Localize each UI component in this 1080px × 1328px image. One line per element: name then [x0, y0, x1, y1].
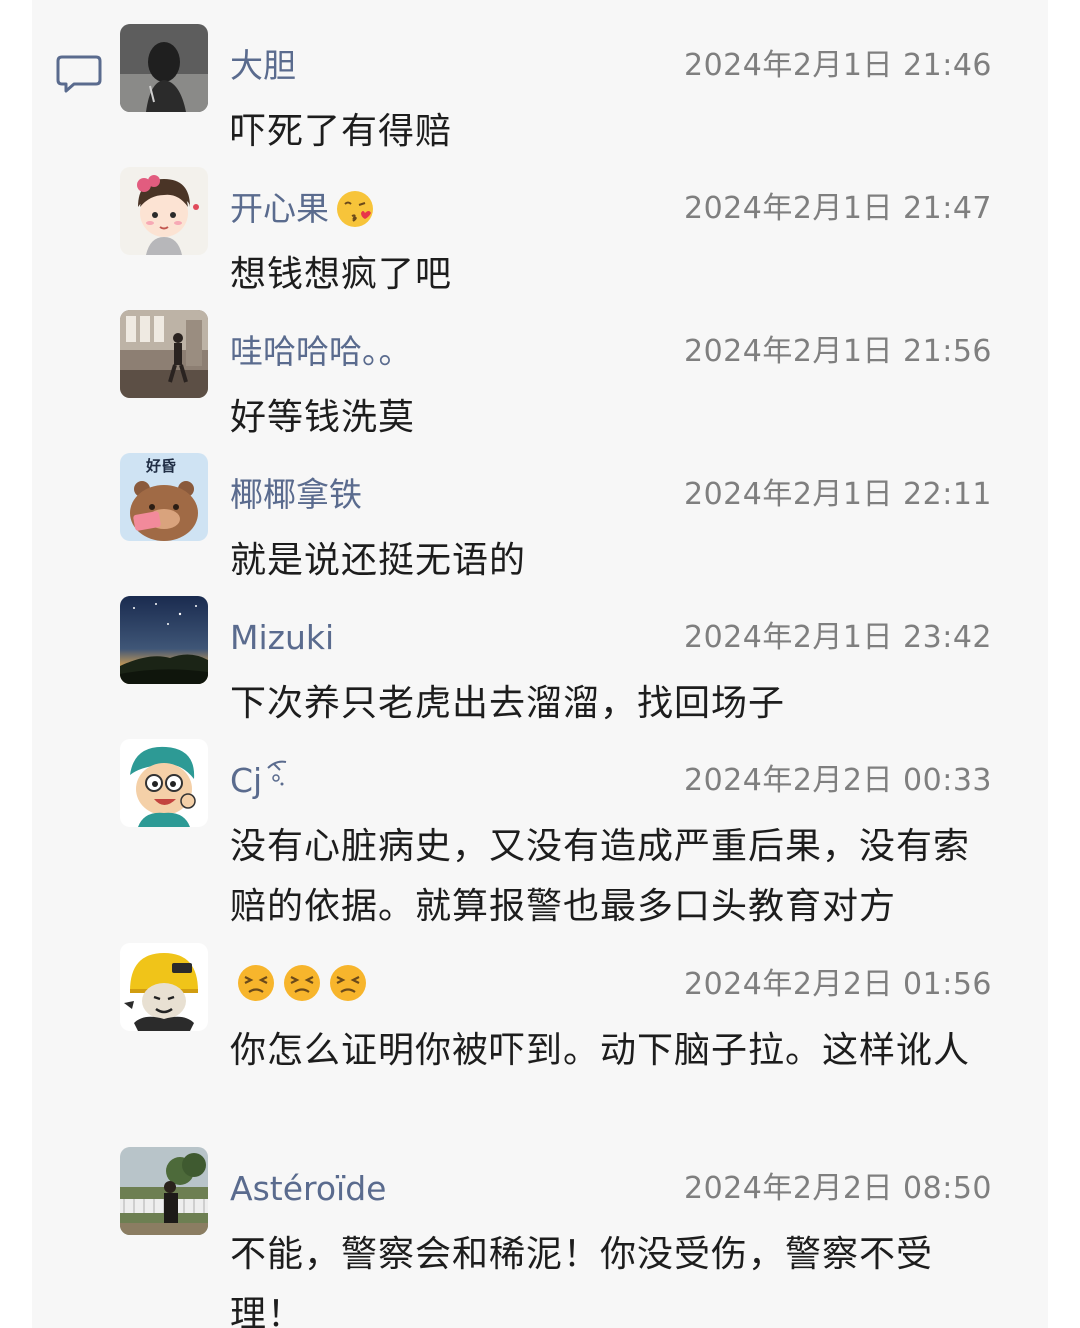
user-name-text[interactable]: Cj — [230, 761, 262, 801]
dark-photo-avatar[interactable] — [120, 24, 208, 112]
night-sky-avatar[interactable] — [120, 596, 208, 684]
user-name[interactable]: Astéroïde — [230, 1169, 386, 1209]
comments-page: 大胆 2024年2月1日 21:46 吓死了有得赔 开心果 2024年2月1日 … — [0, 0, 1080, 1328]
user-name[interactable]: 哇哈哈哈。。 — [230, 332, 412, 372]
sparkle-decoration-icon — [267, 760, 287, 786]
user-name[interactable]: 大胆 — [230, 46, 296, 86]
comment-text: 就是说还挺无语的 — [230, 540, 527, 581]
comment-text: 吓死了有得赔 — [230, 111, 453, 152]
comment-item: Astéroïde 2024年2月2日 08:50 不能，警察会和稀泥！你没受伤… — [120, 1147, 1000, 1328]
user-name-text[interactable]: 大胆 — [230, 46, 296, 86]
room-photo-avatar[interactable] — [120, 310, 208, 398]
timestamp: 2024年2月1日 23:42 — [683, 620, 992, 655]
user-name[interactable]: 开心果 — [230, 189, 375, 229]
comment-item: Cj 2024年2月2日 00:33 没有心脏病史，又没有造成严重后果，没有索赔… — [120, 739, 1000, 927]
user-name-text[interactable]: Astéroïde — [230, 1169, 386, 1209]
comment-text: 不能，警察会和稀泥！你没受伤，警察不受理！ — [230, 1234, 934, 1328]
cartoon-boy-avatar[interactable] — [120, 739, 208, 827]
kissing-face-emoji-icon — [337, 191, 373, 227]
comment-text: 好等钱洗莫 — [230, 397, 416, 438]
persevering-face-emoji-icon — [284, 965, 320, 1001]
comment-item: 开心果 2024年2月1日 21:47 想钱想疯了吧 — [120, 167, 1000, 295]
user-name[interactable]: 椰椰拿铁 — [230, 475, 362, 515]
comment-text: 没有心脏病史，又没有造成严重后果，没有索赔的依据。就算报警也最多口头教育对方 — [230, 826, 971, 927]
comment-item: 哇哈哈哈。。 2024年2月1日 21:56 好等钱洗莫 — [120, 310, 1000, 438]
timestamp: 2024年2月1日 22:11 — [683, 477, 992, 512]
helmet-meme-avatar[interactable] — [120, 943, 208, 1031]
user-name[interactable] — [230, 963, 368, 1003]
comment-text: 想钱想疯了吧 — [230, 254, 453, 295]
comment-item: 好昏 椰椰拿铁 2024年2月1日 22:11 就是说还挺无语的 — [120, 453, 1000, 581]
timestamp: 2024年2月2日 08:50 — [683, 1171, 992, 1206]
timestamp: 2024年2月2日 01:56 — [683, 967, 992, 1002]
avatar-caption: 好昏 — [145, 457, 176, 475]
cartoon-bear-avatar[interactable]: 好昏 — [120, 453, 208, 541]
comment-item: 大胆 2024年2月1日 21:46 吓死了有得赔 — [120, 24, 1000, 152]
user-name[interactable]: Cj — [230, 760, 288, 801]
timestamp: 2024年2月2日 00:33 — [683, 763, 992, 798]
user-name-text[interactable]: Mizuki — [230, 618, 334, 658]
timestamp: 2024年2月1日 21:46 — [683, 48, 992, 83]
outdoor-photo-avatar[interactable] — [120, 1147, 208, 1235]
timestamp: 2024年2月1日 21:56 — [683, 334, 992, 369]
comment-item: Mizuki 2024年2月1日 23:42 下次养只老虎出去溜溜，找回场子 — [120, 596, 1000, 724]
user-name[interactable]: Mizuki — [230, 618, 334, 658]
comment-text: 下次养只老虎出去溜溜，找回场子 — [230, 683, 786, 724]
comment-text: 你怎么证明你被吓到。动下脑子拉。这样讹人 — [230, 1030, 971, 1071]
persevering-face-emoji-icon — [238, 965, 274, 1001]
comment-item: 2024年2月2日 01:56 你怎么证明你被吓到。动下脑子拉。这样讹人 — [120, 943, 1000, 1123]
comment-icon[interactable] — [56, 54, 102, 94]
user-name-text[interactable]: 开心果 — [230, 189, 329, 229]
timestamp: 2024年2月1日 21:47 — [683, 191, 992, 226]
user-name-text[interactable]: 哇哈哈哈。。 — [230, 332, 412, 372]
persevering-face-emoji-icon — [330, 965, 366, 1001]
cartoon-girl-avatar[interactable] — [120, 167, 208, 255]
user-name-text[interactable]: 椰椰拿铁 — [230, 475, 362, 515]
